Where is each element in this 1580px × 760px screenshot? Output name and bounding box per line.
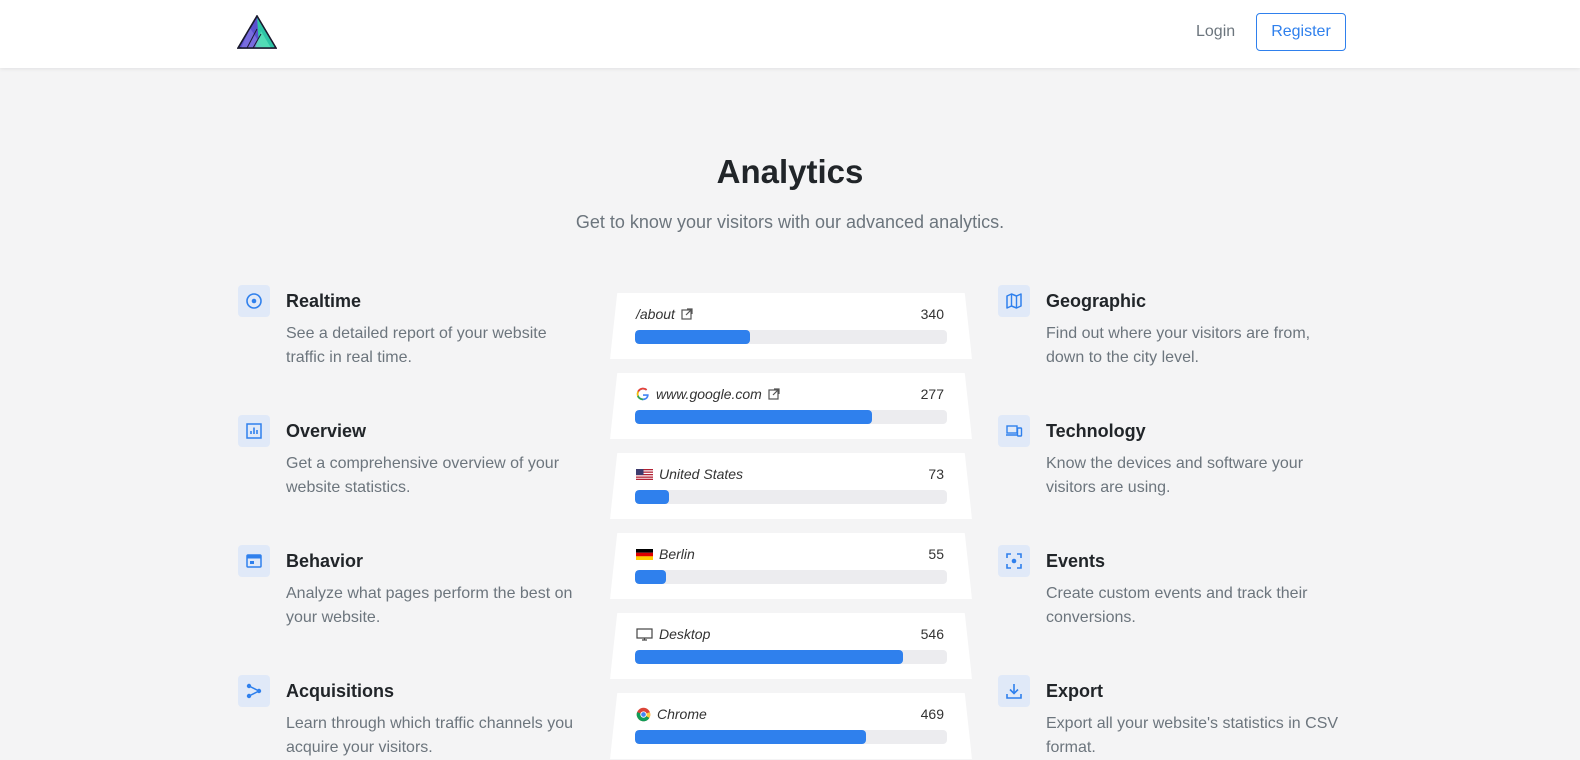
- stat-value: 277: [920, 386, 944, 402]
- feature-description: Analyze what pages perform the best on y…: [286, 585, 573, 626]
- progress-fill: [635, 410, 873, 424]
- feature-description: Learn through which traffic channels you…: [286, 715, 573, 756]
- us-flag-icon: [636, 468, 653, 480]
- top-navbar: Login Register: [0, 0, 1580, 68]
- progress-track: [635, 650, 947, 664]
- stat-value: 469: [920, 706, 944, 722]
- feature-description: Find out where your visitors are from, d…: [1046, 325, 1311, 366]
- page-title: Analytics: [716, 153, 864, 190]
- stat-card: /about 340: [610, 293, 972, 359]
- feature-title: Export: [1046, 681, 1104, 701]
- desktop-icon: [636, 627, 653, 641]
- feature-title: Geographic: [1046, 291, 1147, 311]
- feature-description: Export all your website's statistics in …: [1046, 715, 1339, 756]
- realtime-icon: [238, 285, 270, 317]
- feature-title: Behavior: [286, 551, 364, 571]
- stat-label: Chrome: [657, 706, 707, 722]
- feature-description: Get a comprehensive overview of your web…: [286, 455, 560, 496]
- stat-value: 73: [928, 466, 944, 482]
- progress-fill: [635, 730, 866, 744]
- stat-label: Desktop: [659, 626, 711, 642]
- chrome-icon: [636, 707, 651, 721]
- progress-track: [635, 410, 947, 424]
- register-button[interactable]: Register: [1256, 13, 1346, 51]
- map-icon: [998, 285, 1030, 317]
- external-link-icon[interactable]: [681, 308, 693, 320]
- events-focus-icon: [998, 545, 1030, 577]
- feature-title: Realtime: [286, 291, 362, 311]
- progress-track: [635, 330, 947, 344]
- progress-track: [635, 730, 947, 744]
- progress-fill: [635, 570, 667, 584]
- google-icon: [636, 387, 649, 401]
- behavior-window-icon: [238, 545, 270, 577]
- feature-title: Events: [1046, 551, 1106, 571]
- de-flag-icon: [636, 548, 653, 560]
- stats-preview: /about 340 www.google.com 277 United Sta…: [610, 290, 972, 760]
- stat-card: Desktop 546: [610, 613, 972, 679]
- feature-description: Know the devices and software your visit…: [1046, 455, 1304, 496]
- progress-fill: [635, 490, 670, 504]
- stat-value: 55: [928, 546, 944, 562]
- acquisitions-share-icon: [238, 675, 270, 707]
- progress-fill: [635, 330, 751, 344]
- stat-card: www.google.com 277: [610, 373, 972, 439]
- progress-track: [635, 570, 947, 584]
- feature-description: See a detailed report of your website tr…: [286, 325, 547, 366]
- feature-title: Acquisitions: [286, 681, 395, 701]
- stat-label: United States: [659, 466, 744, 482]
- stat-card: United States 73: [610, 453, 972, 519]
- external-link-icon[interactable]: [768, 388, 780, 400]
- feature-description: Create custom events and track their con…: [1046, 585, 1308, 626]
- logo-icon[interactable]: [237, 15, 277, 49]
- devices-icon: [998, 415, 1030, 447]
- stat-value: 546: [920, 626, 944, 642]
- stat-card: Chrome 469: [610, 693, 972, 759]
- stat-value: 340: [920, 306, 944, 322]
- overview-chart-icon: [238, 415, 270, 447]
- download-icon: [998, 675, 1030, 707]
- login-link[interactable]: Login: [1196, 22, 1235, 42]
- stat-label: Berlin: [659, 546, 695, 562]
- stat-card: Berlin 55: [610, 533, 972, 599]
- feature-title: Technology: [1046, 421, 1146, 441]
- page-subtitle: Get to know your visitors with our advan…: [575, 212, 1005, 232]
- stat-label: www.google.com: [656, 386, 762, 402]
- stat-label: /about: [636, 306, 675, 322]
- progress-fill: [635, 650, 904, 664]
- progress-track: [635, 490, 947, 504]
- feature-title: Overview: [286, 421, 367, 441]
